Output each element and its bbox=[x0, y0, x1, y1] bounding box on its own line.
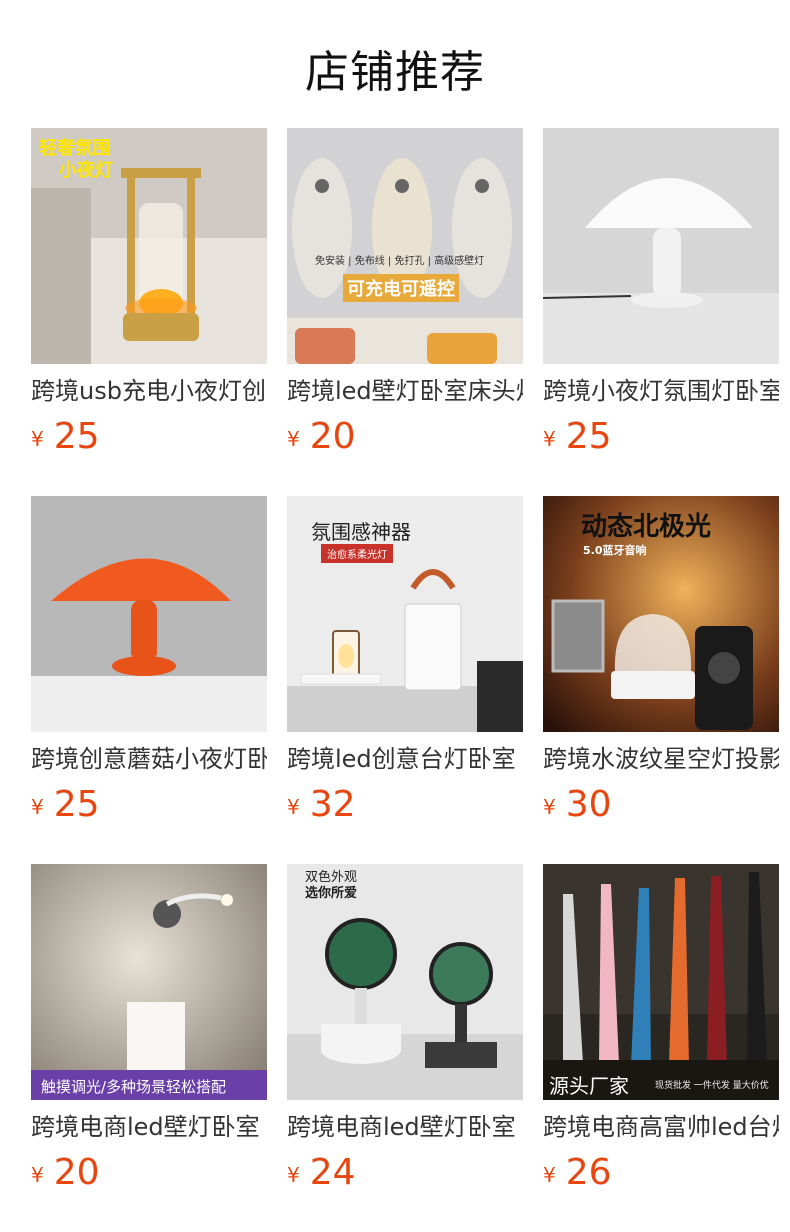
product-name[interactable]: 跨境电商led壁灯卧室 bbox=[31, 1110, 267, 1144]
product-card[interactable]: 跨境小夜灯氛围灯卧室 ¥25 bbox=[543, 128, 779, 496]
price-value: 25 bbox=[53, 416, 100, 457]
image-caption: 源头厂家 bbox=[549, 1074, 629, 1098]
currency-symbol: ¥ bbox=[31, 794, 44, 819]
product-price: ¥20 bbox=[31, 1152, 100, 1196]
product-name[interactable]: 跨境led壁灯卧室床头灯 bbox=[287, 374, 523, 408]
product-price: ¥30 bbox=[543, 784, 612, 828]
product-image[interactable]: 源头厂家 现货批发 一件代发 量大价优 bbox=[543, 864, 779, 1100]
product-price: ¥20 bbox=[287, 416, 356, 460]
product-card[interactable]: 免安装 | 免布线 | 免打孔 | 高级感壁灯 可充电可遥控 跨境led壁灯卧室… bbox=[287, 128, 523, 496]
product-name[interactable]: 跨境usb充电小夜灯创意 bbox=[31, 374, 267, 408]
product-name[interactable]: 跨境水波纹星空灯投影 bbox=[543, 742, 779, 776]
product-image[interactable] bbox=[31, 496, 267, 732]
currency-symbol: ¥ bbox=[31, 426, 44, 451]
product-grid: 轻奢氛围 小夜灯 跨境usb充电小夜灯创意 ¥25 免安装 | 免布线 | 免打… bbox=[31, 128, 779, 1232]
product-card[interactable]: 轻奢氛围 小夜灯 跨境usb充电小夜灯创意 ¥25 bbox=[31, 128, 267, 496]
price-value: 32 bbox=[309, 784, 356, 825]
currency-symbol: ¥ bbox=[287, 794, 300, 819]
price-value: 25 bbox=[53, 784, 100, 825]
product-name[interactable]: 跨境创意蘑菇小夜灯卧 bbox=[31, 742, 267, 776]
product-card[interactable]: 双色外观 选你所爱 跨境电商led壁灯卧室 ¥24 bbox=[287, 864, 523, 1232]
price-value: 30 bbox=[565, 784, 612, 825]
image-caption: 触摸调光/多种场景轻松搭配 bbox=[41, 1078, 227, 1096]
product-price: ¥26 bbox=[543, 1152, 612, 1196]
image-caption: 现货批发 一件代发 量大价优 bbox=[655, 1081, 769, 1091]
product-card[interactable]: 动态北极光 5.0蓝牙音响 跨境水波纹星空灯投影 ¥30 bbox=[543, 496, 779, 864]
image-caption: 免安装 | 免布线 | 免打孔 | 高级感壁灯 bbox=[315, 256, 485, 267]
currency-symbol: ¥ bbox=[543, 426, 556, 451]
product-card[interactable]: 源头厂家 现货批发 一件代发 量大价优 跨境电商高富帅led台灯 ¥26 bbox=[543, 864, 779, 1232]
image-caption: 5.0蓝牙音响 bbox=[583, 544, 647, 557]
currency-symbol: ¥ bbox=[543, 1162, 556, 1187]
product-image[interactable]: 免安装 | 免布线 | 免打孔 | 高级感壁灯 可充电可遥控 bbox=[287, 128, 523, 364]
currency-symbol: ¥ bbox=[31, 1162, 44, 1187]
image-caption: 动态北极光 bbox=[581, 512, 712, 542]
product-name[interactable]: 跨境小夜灯氛围灯卧室 bbox=[543, 374, 779, 408]
product-image[interactable]: 氛围感神器 治愈系柔光灯 bbox=[287, 496, 523, 732]
product-card[interactable]: 氛围感神器 治愈系柔光灯 跨境led创意台灯卧室 ¥32 bbox=[287, 496, 523, 864]
price-value: 25 bbox=[565, 416, 612, 457]
price-value: 26 bbox=[565, 1152, 612, 1193]
currency-symbol: ¥ bbox=[287, 426, 300, 451]
product-price: ¥24 bbox=[287, 1152, 356, 1196]
price-value: 20 bbox=[53, 1152, 100, 1193]
image-caption: 可充电可遥控 bbox=[343, 274, 459, 302]
product-image[interactable]: 轻奢氛围 小夜灯 bbox=[31, 128, 267, 364]
product-image[interactable]: 双色外观 选你所爱 bbox=[287, 864, 523, 1100]
price-value: 24 bbox=[309, 1152, 356, 1193]
page-title: 店铺推荐 bbox=[305, 47, 485, 98]
product-name[interactable]: 跨境led创意台灯卧室 bbox=[287, 742, 523, 776]
image-caption: 氛围感神器 bbox=[311, 520, 411, 544]
product-name[interactable]: 跨境电商高富帅led台灯 bbox=[543, 1110, 779, 1144]
product-image[interactable]: 触摸调光/多种场景轻松搭配 bbox=[31, 864, 267, 1100]
image-caption: 小夜灯 bbox=[59, 160, 113, 181]
product-image[interactable] bbox=[543, 128, 779, 364]
product-card[interactable]: 触摸调光/多种场景轻松搭配 跨境电商led壁灯卧室 ¥20 bbox=[31, 864, 267, 1232]
image-caption: 治愈系柔光灯 bbox=[321, 544, 393, 563]
currency-symbol: ¥ bbox=[543, 794, 556, 819]
price-value: 20 bbox=[309, 416, 356, 457]
product-image[interactable]: 动态北极光 5.0蓝牙音响 bbox=[543, 496, 779, 732]
product-price: ¥32 bbox=[287, 784, 356, 828]
product-price: ¥25 bbox=[543, 416, 612, 460]
currency-symbol: ¥ bbox=[287, 1162, 300, 1187]
product-name[interactable]: 跨境电商led壁灯卧室 bbox=[287, 1110, 523, 1144]
product-card[interactable]: 跨境创意蘑菇小夜灯卧 ¥25 bbox=[31, 496, 267, 864]
product-price: ¥25 bbox=[31, 416, 100, 460]
product-price: ¥25 bbox=[31, 784, 100, 828]
image-caption: 选你所爱 bbox=[305, 886, 358, 901]
